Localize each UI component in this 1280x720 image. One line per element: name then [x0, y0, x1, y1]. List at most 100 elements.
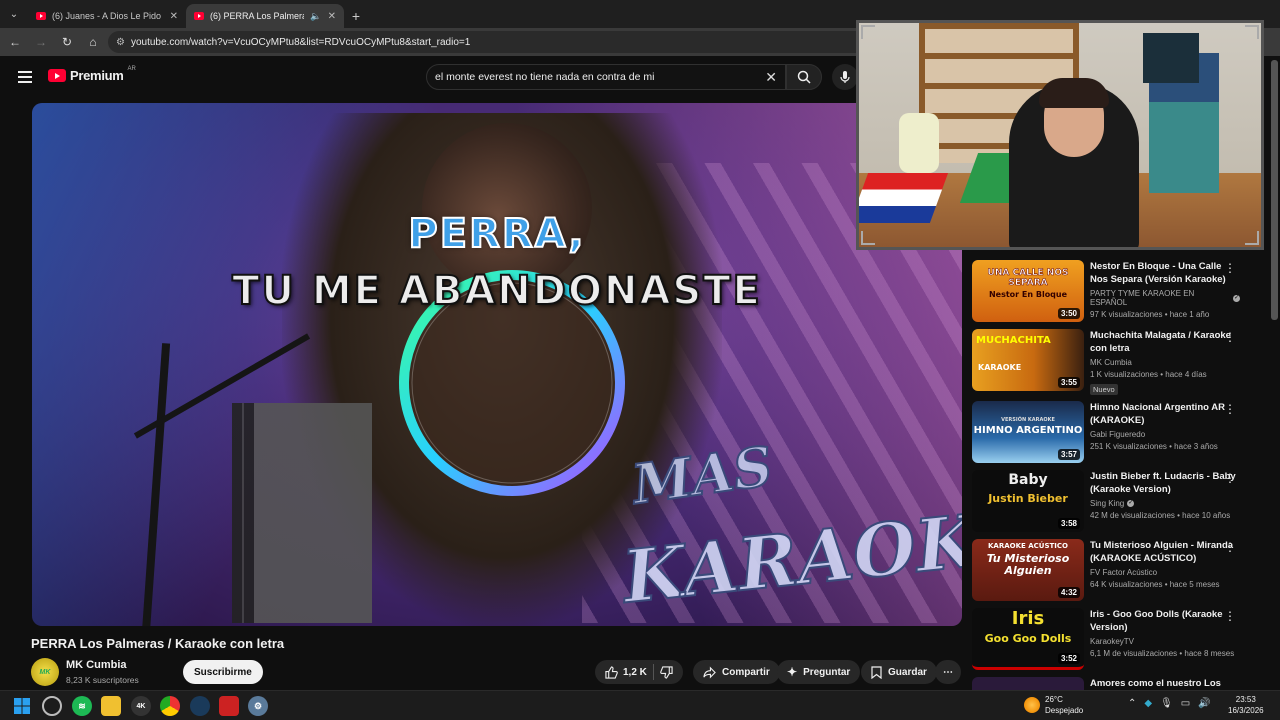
- browser-tab-perra[interactable]: (6) PERRA Los Palmeras / K 🔈 ✕: [186, 4, 344, 28]
- windows-start-icon[interactable]: [12, 696, 32, 716]
- video-stats: 6,1 M de visualizaciones • hace 8 meses: [1090, 649, 1235, 658]
- more-actions-button[interactable]: ⋯: [935, 660, 961, 684]
- video-title[interactable]: Amores como el nuestro Los: [1090, 677, 1240, 690]
- video-title[interactable]: Himno Nacional Argentino AR (KARAOKE): [1090, 401, 1240, 427]
- recommendation-item[interactable]: MUCHACHITA KARAOKE 3:55 Muchachita Malag…: [972, 329, 1262, 395]
- ask-button[interactable]: ✦ Preguntar: [777, 660, 861, 684]
- video-thumbnail[interactable]: KARAOKE ACÚSTICO Tu Misterioso Alguien 4…: [972, 539, 1084, 601]
- site-info-icon[interactable]: ⚙: [116, 37, 125, 48]
- video-player[interactable]: PERRA, TU ME ABANDONASTE MAS KARAOKE: [32, 103, 962, 626]
- video-duration: 4:32: [1057, 587, 1080, 598]
- chrome-icon[interactable]: [160, 696, 180, 716]
- video-thumbnail[interactable]: UNA CALLE NOS SEPARA Nestor En Bloque 3:…: [972, 260, 1084, 322]
- verified-icon: ✓: [1233, 294, 1240, 302]
- recommendation-item[interactable]: Iris Goo Goo Dolls 3:52 Iris - Goo Goo D…: [972, 608, 1262, 672]
- video-title[interactable]: Nestor En Bloque - Una Calle Nos Separa …: [1090, 260, 1240, 286]
- tray-chevron-icon[interactable]: ⌃: [1128, 698, 1136, 709]
- more-options-icon[interactable]: ⋮: [1224, 403, 1236, 415]
- channel-name[interactable]: Sing King ✓: [1090, 499, 1240, 508]
- subscriber-count: 8,23 K suscriptores: [66, 675, 139, 685]
- back-arrow-icon[interactable]: ←: [4, 31, 26, 53]
- youtube-favicon-icon: [194, 12, 204, 20]
- youtube-masthead: Premium AR el monte everest no tiene nad…: [0, 56, 860, 98]
- voice-search-button[interactable]: [832, 64, 858, 90]
- obs-icon[interactable]: [42, 696, 62, 716]
- screen: ⌄ (6) Juanes - A Dios Le Pido (Lyri ✕ (6…: [0, 0, 1280, 720]
- like-dislike-group: 1,2 K: [595, 660, 683, 684]
- defender-icon[interactable]: ◆: [1144, 698, 1152, 709]
- like-button[interactable]: 1,2 K: [605, 665, 647, 679]
- search-input[interactable]: el monte everest no tiene nada en contra…: [426, 64, 786, 90]
- channel-name[interactable]: MK Cumbia: [1090, 358, 1240, 367]
- video-thumbnail[interactable]: MUCHACHITA KARAOKE 3:55: [972, 329, 1084, 391]
- thumbnail-subtitle: KARAOKE ACÚSTICO: [988, 542, 1068, 550]
- page-scrollbar[interactable]: [1271, 60, 1278, 320]
- search-button[interactable]: [786, 64, 822, 90]
- network-icon[interactable]: ▭: [1181, 698, 1190, 709]
- channel-name[interactable]: FV Factor Acústico: [1090, 568, 1240, 577]
- more-options-icon[interactable]: ⋮: [1224, 472, 1236, 484]
- more-options-icon[interactable]: ⋮: [1224, 331, 1236, 343]
- video-thumbnail[interactable]: [972, 677, 1084, 690]
- video-title[interactable]: Tu Misterioso Alguien - Miranda (KARAOKE…: [1090, 539, 1240, 565]
- menu-icon[interactable]: [18, 71, 32, 83]
- youtube-favicon-icon: [36, 12, 46, 20]
- more-options-icon[interactable]: ⋮: [1224, 610, 1236, 622]
- video-thumbnail[interactable]: Iris Goo Goo Dolls 3:52: [972, 608, 1084, 670]
- video-thumbnail[interactable]: VERSIÓN KARAOKE HIMNO ARGENTINO 3:57: [972, 401, 1084, 463]
- thumbs-up-icon: [605, 665, 618, 679]
- recommendation-item[interactable]: UNA CALLE NOS SEPARA Nestor En Bloque 3:…: [972, 260, 1262, 324]
- windows-logo-icon: [14, 698, 30, 714]
- youtube-premium-logo[interactable]: Premium AR: [48, 66, 136, 83]
- reload-icon[interactable]: ↻: [56, 31, 78, 53]
- home-icon[interactable]: ⌂: [82, 31, 104, 53]
- system-clock[interactable]: 23:53 16/3/2026: [1228, 694, 1264, 716]
- recommendation-item[interactable]: KARAOKE ACÚSTICO Tu Misterioso Alguien 4…: [972, 539, 1262, 603]
- spotify-icon[interactable]: ≋: [72, 696, 92, 716]
- tab-search-button[interactable]: ⌄: [0, 0, 28, 28]
- clear-search-icon[interactable]: ✕: [765, 69, 777, 86]
- forward-arrow-icon[interactable]: →: [30, 31, 52, 53]
- steam-icon[interactable]: [190, 696, 210, 716]
- microphone-tray-icon[interactable]: 🎙: [1160, 698, 1173, 709]
- share-button[interactable]: Compartir: [693, 660, 780, 684]
- channel-avatar[interactable]: MK: [31, 658, 59, 686]
- video-duration: 3:50: [1057, 308, 1080, 319]
- recommendation-item[interactable]: Amores como el nuestro Los: [972, 677, 1262, 690]
- speaker-icon[interactable]: 🔈: [310, 11, 321, 22]
- channel-name[interactable]: MK Cumbia: [66, 659, 127, 671]
- video-meta: Justin Bieber ft. Ludacris - Baby (Karao…: [1090, 470, 1240, 534]
- file-explorer-icon[interactable]: [101, 696, 121, 716]
- 4k-downloader-icon[interactable]: 4K: [131, 696, 151, 716]
- subscribe-button[interactable]: Suscribirme: [183, 660, 263, 684]
- divider: [652, 664, 654, 680]
- dislike-button[interactable]: [660, 665, 673, 679]
- save-button[interactable]: Guardar: [861, 660, 937, 684]
- channel-name[interactable]: PARTY TYME KARAOKE EN ESPAÑOL ✓: [1090, 289, 1240, 307]
- video-title[interactable]: Muchachita Malagata / Karaoke con letra: [1090, 329, 1240, 355]
- channel-row: MK MK Cumbia 8,23 K suscriptores Suscrib…: [31, 656, 961, 688]
- more-options-icon[interactable]: ⋮: [1224, 262, 1236, 274]
- address-bar[interactable]: ⚙ youtube.com/watch?v=VcuOCyMPtu8&list=R…: [108, 31, 868, 53]
- channel-name[interactable]: Gabi Figueredo: [1090, 430, 1240, 439]
- channel-name-text: FV Factor Acústico: [1090, 568, 1158, 577]
- more-options-icon[interactable]: ⋮: [1224, 541, 1236, 553]
- channel-name[interactable]: KaraokeyTV: [1090, 637, 1240, 646]
- browser-tab-juanes[interactable]: (6) Juanes - A Dios Le Pido (Lyri ✕: [28, 4, 186, 28]
- new-tab-button[interactable]: +: [344, 4, 368, 28]
- weather-widget[interactable]: 26°C Despejado: [1024, 694, 1083, 716]
- tab-close-icon[interactable]: ✕: [328, 11, 336, 22]
- volume-icon[interactable]: 🔊: [1198, 698, 1210, 709]
- recommendation-item[interactable]: Baby Justin Bieber 3:58 Justin Bieber ft…: [972, 470, 1262, 534]
- recommendation-item[interactable]: VERSIÓN KARAOKE HIMNO ARGENTINO 3:57 Him…: [972, 401, 1262, 465]
- video-title[interactable]: Justin Bieber ft. Ludacris - Baby (Karao…: [1090, 470, 1240, 496]
- video-title[interactable]: Iris - Goo Goo Dolls (Karaoke Version): [1090, 608, 1240, 634]
- windows-taskbar: ≋ 4K ⚙ 26°C Despejado ⌃ ◆ 🎙 ▭ 🔊 23:53 16…: [0, 690, 1280, 720]
- thumbnail-title: Iris: [1011, 608, 1045, 629]
- channel-name-text: MK Cumbia: [1090, 358, 1132, 367]
- new-badge: Nuevo: [1090, 384, 1118, 395]
- tab-close-icon[interactable]: ✕: [170, 11, 178, 22]
- video-thumbnail[interactable]: Baby Justin Bieber 3:58: [972, 470, 1084, 532]
- settings-gear-icon[interactable]: ⚙: [248, 696, 268, 716]
- app-icon[interactable]: [219, 696, 239, 716]
